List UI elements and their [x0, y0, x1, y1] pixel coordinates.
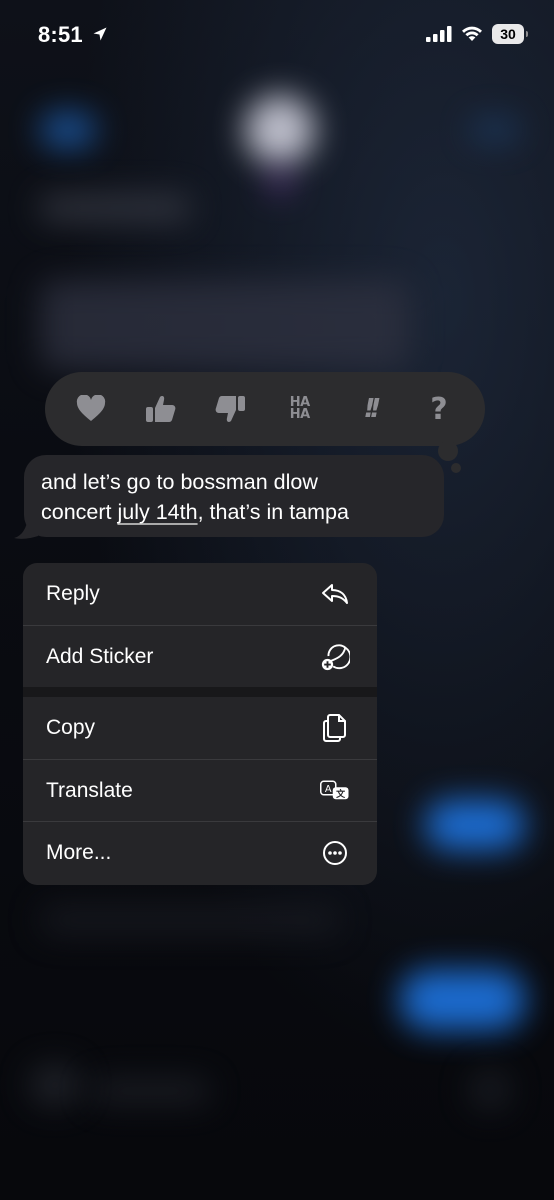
question-mark-icon[interactable]: ? — [415, 385, 463, 433]
svg-text:A: A — [325, 783, 332, 794]
heart-icon[interactable] — [67, 385, 115, 433]
thumbs-up-icon[interactable] — [137, 385, 185, 433]
thumbs-down-icon[interactable] — [206, 385, 254, 433]
message-line-1: and let’s go to bossman dlow — [41, 470, 318, 494]
menu-item-label: Translate — [46, 778, 133, 802]
context-menu: Reply Add Sticker Copy Translate A 文 Mor… — [23, 563, 377, 885]
reaction-bar-tail-small — [451, 463, 461, 473]
svg-text:文: 文 — [335, 788, 346, 800]
menu-item-label: Copy — [46, 716, 96, 739]
copy-icon — [320, 713, 350, 743]
signal-icon — [426, 26, 452, 47]
menu-item-add-sticker[interactable]: Add Sticker — [23, 625, 377, 687]
menu-item-label: More... — [46, 840, 112, 864]
haha-icon[interactable]: HA HA — [276, 385, 324, 433]
more-ellipsis-icon — [320, 838, 350, 868]
wifi-icon — [460, 24, 484, 47]
location-arrow-icon — [92, 26, 108, 47]
reaction-bar-tail — [438, 441, 458, 461]
menu-item-copy[interactable]: Copy — [23, 697, 377, 759]
translate-icon: A 文 — [320, 776, 350, 806]
add-sticker-icon — [320, 642, 350, 672]
date-link[interactable]: july 14th — [117, 500, 197, 524]
menu-separator — [23, 687, 377, 697]
message-bubble[interactable]: and let’s go to bossman dlow concert jul… — [24, 455, 444, 537]
menu-item-translate[interactable]: Translate A 文 — [23, 759, 377, 821]
screen: 8:51 30 HA HA !! ? and let’s go to bossm… — [0, 0, 554, 1200]
reply-arrow-icon — [320, 579, 350, 609]
tapback-reaction-bar: HA HA !! ? — [45, 372, 485, 446]
menu-item-reply[interactable]: Reply — [23, 563, 377, 625]
exclamation-icon[interactable]: !! — [345, 385, 393, 433]
status-time: 8:51 — [38, 22, 83, 47]
battery-icon: 30 — [492, 24, 528, 44]
menu-item-label: Add Sticker — [46, 644, 154, 668]
message-line-2: concert july 14th, that’s in tampa — [41, 500, 349, 524]
menu-item-label: Reply — [46, 582, 100, 605]
status-bar: 8:51 30 — [0, 0, 554, 70]
menu-item-more[interactable]: More... — [23, 821, 377, 883]
